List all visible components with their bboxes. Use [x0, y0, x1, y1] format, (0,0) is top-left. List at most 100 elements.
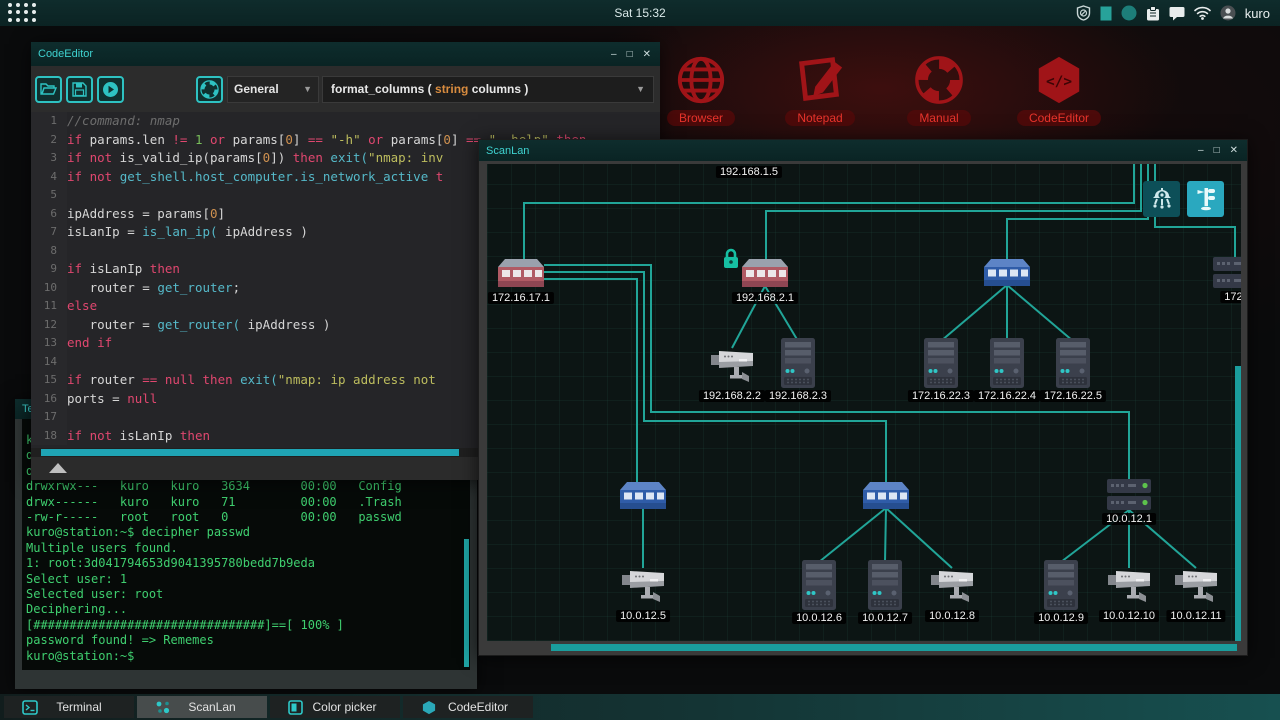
device-label: 172.16.22.5: [1040, 390, 1106, 402]
terminal-line: password found! => Rememes: [26, 633, 470, 648]
code-editor-icon: [421, 700, 437, 715]
map-hscrollbar[interactable]: [551, 644, 1237, 651]
taskbar-item-scanlan[interactable]: ScanLan: [137, 696, 267, 718]
device-lock[interactable]: [722, 248, 740, 274]
line-number: 15: [31, 371, 67, 390]
device-label: 10.0.12.1: [1102, 513, 1156, 525]
map-vscrollbar[interactable]: [1235, 366, 1241, 641]
device-camera[interactable]: [620, 566, 666, 611]
device-server[interactable]: [781, 338, 815, 393]
switch-icon: [984, 259, 1030, 287]
device-camera[interactable]: [929, 566, 975, 611]
language-dropdown[interactable]: General ▼: [227, 76, 319, 103]
line-number: 7: [31, 223, 67, 242]
device-camera[interactable]: [1173, 566, 1219, 611]
code-editor-titlebar[interactable]: CodeEditor –□ ✕: [31, 42, 660, 66]
taskbar-item-colorpicker[interactable]: Color picker: [270, 696, 400, 718]
taskbar-item-label: Terminal: [38, 700, 120, 714]
device-server[interactable]: [868, 560, 902, 615]
device-label: 10.0.12.9: [1034, 612, 1088, 624]
device-server[interactable]: [924, 338, 958, 393]
window-controls: –□ ✕: [611, 49, 660, 60]
device-switch[interactable]: [620, 482, 666, 515]
color-picker-icon: [288, 700, 303, 715]
device-label: 192.168.1.5: [716, 166, 782, 178]
taskbar-item-terminal[interactable]: Terminal: [4, 696, 134, 718]
function-signature: format_columns ( string columns ): [331, 82, 528, 96]
close-button[interactable]: ✕: [1230, 145, 1238, 156]
device-server[interactable]: [802, 560, 836, 615]
device-label: 10.0.12.11: [1166, 610, 1225, 622]
device-label: 10.0.12.5: [616, 610, 670, 622]
save-button[interactable]: [66, 76, 93, 103]
code-editor-title: CodeEditor: [31, 48, 93, 60]
app-grid-icon[interactable]: [8, 3, 38, 23]
server-icon: [868, 560, 902, 610]
avatar-icon[interactable]: [1220, 5, 1236, 21]
line-number: 18: [31, 427, 67, 446]
shield-icon[interactable]: [1076, 5, 1091, 21]
device-switch[interactable]: [984, 259, 1030, 292]
device-server[interactable]: [1044, 560, 1078, 615]
manual-icon: [879, 54, 999, 106]
minimize-button[interactable]: –: [611, 49, 617, 60]
terminal-line: -rw-r----- root root 0 00:00 passwd: [26, 510, 470, 525]
scan-bot-button[interactable]: [1143, 181, 1180, 217]
scanlan-icon: [155, 700, 171, 715]
line-number: 11: [31, 297, 67, 316]
lifesaver-icon: [200, 80, 219, 99]
code-hscrollbar-thumb[interactable]: [41, 449, 459, 456]
maximize-button[interactable]: □: [1214, 145, 1220, 156]
device-label: 192.168.2.1: [732, 292, 798, 304]
rack-server-icon: [1213, 257, 1241, 289]
battery-icon[interactable]: [1100, 6, 1112, 21]
minimize-button[interactable]: –: [1198, 145, 1204, 156]
username[interactable]: kuro: [1245, 6, 1270, 21]
open-file-button[interactable]: [35, 76, 62, 103]
desktop-icon-notepad[interactable]: Notepad: [760, 54, 880, 127]
taskbar-item-codeeditor[interactable]: CodeEditor: [403, 696, 533, 718]
maximize-button[interactable]: □: [627, 49, 633, 60]
robot-icon: [1150, 187, 1174, 211]
server-icon: [1044, 560, 1078, 610]
terminal-icon: [22, 700, 38, 715]
line-number: 4: [31, 168, 67, 187]
run-button[interactable]: [97, 76, 124, 103]
device-label: 172.16.22.4: [974, 390, 1040, 402]
chat-icon[interactable]: [1169, 6, 1185, 21]
device-camera[interactable]: [1106, 566, 1152, 611]
device-server[interactable]: [990, 338, 1024, 393]
lifesaver-icon: [912, 54, 966, 106]
device-router[interactable]: [742, 259, 788, 294]
device-rack[interactable]: [1213, 257, 1241, 294]
scanlan-titlebar[interactable]: ScanLan –□✕: [479, 140, 1247, 161]
rack-server-icon: [1107, 479, 1151, 511]
terminal-scrollbar[interactable]: [464, 539, 469, 667]
globe-icon: [674, 54, 728, 106]
help-button[interactable]: [196, 76, 223, 103]
terminal-icon: [22, 700, 38, 715]
map-view-button[interactable]: [1187, 181, 1224, 217]
function-dropdown[interactable]: format_columns ( string columns ) ▼: [322, 76, 654, 103]
desktop-icon-label: Notepad: [785, 110, 854, 126]
device-switch[interactable]: [863, 482, 909, 515]
scroll-up-arrow-icon[interactable]: [49, 463, 67, 473]
server-icon: [924, 338, 958, 388]
camera-icon: [620, 566, 666, 606]
code-hexagon-icon: </>: [1032, 54, 1086, 106]
device-server[interactable]: [1056, 338, 1090, 393]
open-folder-icon: [41, 84, 56, 94]
network-map[interactable]: 172.16.17.1192.168.2.1192.168.2.2192.168…: [487, 164, 1241, 641]
desktop-icon-manual[interactable]: Manual: [879, 54, 999, 127]
close-button[interactable]: ✕: [643, 49, 651, 60]
wifi-icon[interactable]: [1194, 6, 1211, 20]
device-camera[interactable]: [709, 346, 755, 391]
device-router[interactable]: [498, 259, 544, 294]
status-circle-icon[interactable]: [1121, 5, 1137, 21]
device-label: 172.16.17.1: [488, 292, 554, 304]
line-number: 3: [31, 149, 67, 168]
line-number: 2: [31, 131, 67, 150]
clipboard-icon[interactable]: [1146, 6, 1160, 21]
desktop-icon-codeeditor[interactable]: </>CodeEditor: [999, 54, 1119, 127]
device-rack[interactable]: [1107, 479, 1151, 516]
